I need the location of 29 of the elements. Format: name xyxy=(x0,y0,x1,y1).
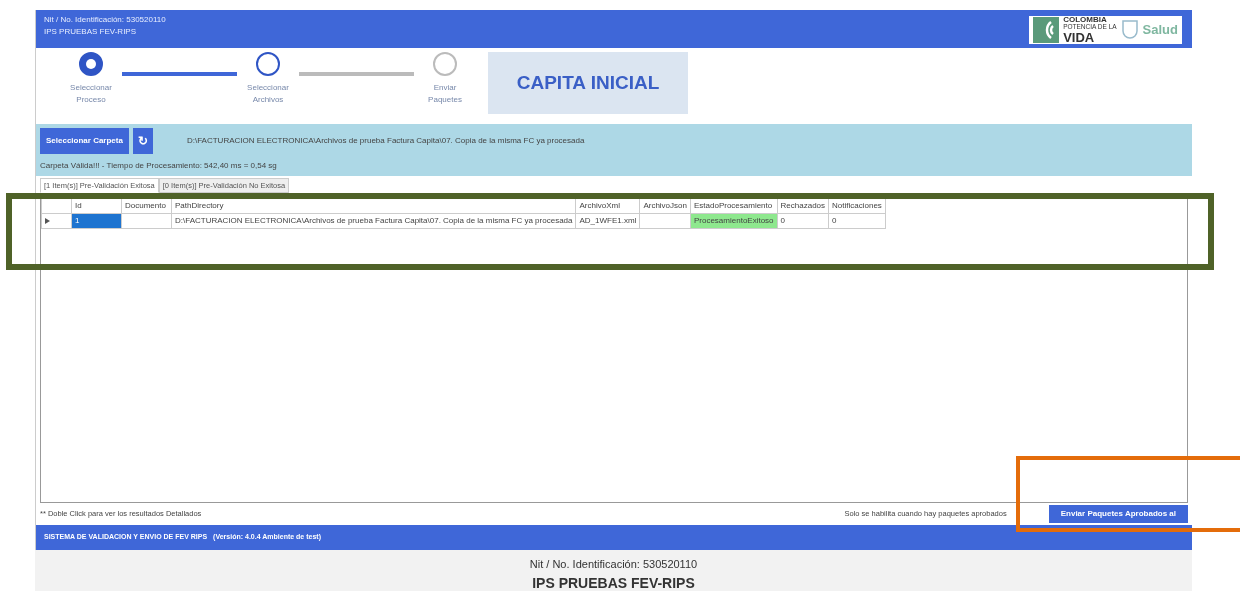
column-header: Documento xyxy=(121,198,172,214)
refresh-button[interactable]: ↻ xyxy=(132,128,153,154)
step-label: Seleccionar Archivos xyxy=(246,82,290,106)
row-pointer-icon xyxy=(45,218,50,225)
table-cell: 0 xyxy=(828,213,886,229)
step-label: Enviar Paquetes xyxy=(427,82,463,106)
column-header: ArchivoXml xyxy=(576,198,640,214)
process-title: CAPITA INICIAL xyxy=(488,52,688,114)
table-cell: AD_1WFE1.xml xyxy=(576,213,640,229)
folder-status: Carpeta Válida!!! - Tiempo de Procesamiento: 542,40 ms = 0,54 sg xyxy=(40,160,278,172)
column-header: Notificaciones xyxy=(828,198,886,214)
row-header[interactable] xyxy=(41,213,72,229)
nit-label: Nit / No. Identificación: 530520110 xyxy=(44,14,166,26)
column-header: PathDirectory xyxy=(171,198,576,214)
column-header: ArchivoJson xyxy=(639,198,691,214)
table-cell: D:\FACTURACION ELECTRONICA\Archivos de prueba Factura Capita\07. Copia de la misma FC ya procesada xyxy=(171,213,576,229)
select-folder-button[interactable]: Seleccionar Carpeta xyxy=(40,128,129,154)
ips-name: IPS PRUEBAS FEV-RIPS xyxy=(531,573,696,591)
column-header: EstadoProcesamiento xyxy=(690,198,778,214)
shield-icon xyxy=(1120,19,1139,41)
table-cell: 0 xyxy=(777,213,829,229)
waves-icon xyxy=(1033,17,1060,43)
ips-name: IPS PRUEBAS FEV-RIPS xyxy=(44,26,138,38)
column-header: Id xyxy=(71,198,122,214)
step-label: Seleccionar Proceso xyxy=(69,82,113,106)
column-header: Rechazados xyxy=(777,198,829,214)
send-packages-button[interactable]: Enviar Paquetes Aprobados al xyxy=(1048,505,1188,523)
folder-path: D:\FACTURACION ELECTRONICA\Archivos de prueba Factura Capita\07. Copia de la misma FC ya procesada xyxy=(186,135,585,147)
nit-label: Nit / No. Identificación: 530520110 xyxy=(528,557,699,572)
